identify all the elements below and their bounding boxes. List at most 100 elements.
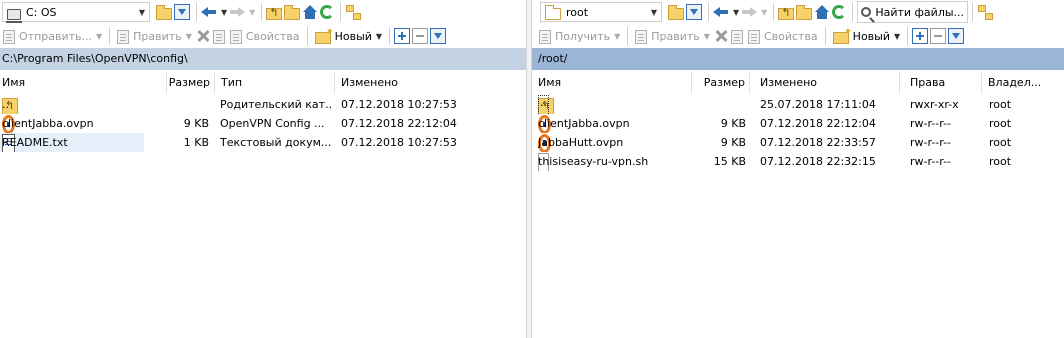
file-row[interactable]: clientJabba.ovpn 9 KB OpenVPN Config ...… bbox=[0, 114, 526, 133]
chevron-down-icon: ▼ bbox=[221, 7, 228, 17]
rename-button[interactable] bbox=[730, 26, 743, 46]
minus-icon bbox=[412, 28, 429, 44]
column-header-size[interactable]: Размер bbox=[692, 72, 750, 94]
toolbar-separator bbox=[627, 27, 629, 45]
select-all-button[interactable] bbox=[394, 26, 411, 46]
properties-button[interactable]: Свойства bbox=[227, 26, 303, 46]
chevron-down-icon[interactable]: ▼ bbox=[651, 8, 657, 17]
local-drive-label: C: OS bbox=[26, 5, 57, 19]
toolbar-separator bbox=[261, 3, 263, 21]
chevron-down-icon: ▼ bbox=[185, 31, 192, 41]
refresh-icon bbox=[320, 5, 335, 19]
file-size: 9 KB bbox=[720, 117, 746, 130]
find-files-button[interactable]: Найти файлы... bbox=[857, 1, 969, 23]
deselect-button[interactable] bbox=[412, 26, 429, 46]
forward-arrow-icon bbox=[229, 5, 246, 19]
send-label: Отправить... bbox=[19, 29, 92, 43]
column-header-modified[interactable]: Изменено bbox=[750, 72, 900, 94]
file-name: JabbaHutt.ovpn bbox=[538, 136, 624, 149]
forward-button[interactable]: ▼ bbox=[741, 2, 767, 22]
plus-icon bbox=[394, 28, 411, 44]
filter-select-button[interactable] bbox=[948, 26, 965, 46]
home-button[interactable] bbox=[302, 2, 318, 22]
open-folder-button[interactable] bbox=[156, 2, 172, 22]
remote-file-list: .. 25.07.2018 17:11:04 rwxr-xr-x root cl… bbox=[532, 95, 1064, 171]
tree-button[interactable] bbox=[977, 2, 994, 22]
toolbar-separator bbox=[340, 3, 342, 21]
download-icon bbox=[539, 29, 551, 44]
minus-icon bbox=[930, 28, 947, 44]
file-type: Текстовый докум... bbox=[220, 136, 332, 149]
forward-button[interactable]: ▼ bbox=[229, 2, 255, 22]
column-header-owner[interactable]: Владел... bbox=[982, 72, 1064, 94]
remote-drive-selector[interactable]: root ▼ bbox=[540, 2, 662, 22]
delete-button[interactable] bbox=[713, 26, 729, 46]
open-folder-button[interactable] bbox=[668, 2, 684, 22]
parent-dir-button[interactable] bbox=[778, 2, 795, 22]
file-size: 9 KB bbox=[183, 117, 209, 130]
file-row[interactable]: .. Родительский кат... 07.12.2018 10:27:… bbox=[0, 95, 526, 114]
toolbar-separator bbox=[773, 3, 775, 21]
remote-path-bar[interactable]: /root/ bbox=[532, 48, 1064, 70]
home-icon bbox=[302, 4, 318, 20]
file-row[interactable]: JabbaHutt.ovpn 9 KB 07.12.2018 22:33:57 … bbox=[532, 133, 1064, 152]
column-header-name[interactable]: Имя bbox=[532, 72, 692, 94]
column-header-rights[interactable]: Права bbox=[900, 72, 982, 94]
root-dir-button[interactable] bbox=[284, 2, 301, 22]
file-owner: root bbox=[989, 136, 1012, 149]
back-button[interactable]: ▼ bbox=[201, 2, 227, 22]
back-button[interactable]: ▼ bbox=[713, 2, 739, 22]
toolbar-separator bbox=[389, 27, 391, 45]
file-owner: root bbox=[989, 98, 1012, 111]
file-name: .. bbox=[2, 98, 9, 111]
column-header-modified[interactable]: Изменено bbox=[335, 72, 526, 94]
local-drive-selector[interactable]: C: OS ▼ bbox=[2, 2, 150, 23]
new-button[interactable]: Новый▼ bbox=[312, 26, 385, 46]
forward-arrow-icon bbox=[741, 5, 758, 19]
edit-button[interactable]: Править ▼ bbox=[114, 26, 195, 46]
file-type: Родительский кат... bbox=[220, 98, 332, 111]
chevron-down-icon: ▼ bbox=[703, 31, 710, 41]
chevron-down-icon: ▼ bbox=[761, 7, 768, 17]
file-row[interactable]: README.txt 1 KB Текстовый докум... 07.12… bbox=[0, 133, 526, 152]
file-rights: rw-r--r-- bbox=[910, 117, 952, 130]
filter-button[interactable] bbox=[174, 2, 190, 22]
chevron-down-icon[interactable]: ▼ bbox=[139, 8, 145, 17]
file-type: OpenVPN Config ... bbox=[220, 117, 325, 130]
filter-select-button[interactable] bbox=[430, 26, 447, 46]
toolbar-separator bbox=[907, 27, 909, 45]
rename-button[interactable] bbox=[212, 26, 225, 46]
refresh-button[interactable] bbox=[832, 2, 847, 22]
root-dir-button[interactable] bbox=[796, 2, 813, 22]
file-rights: rwxr-xr-x bbox=[910, 98, 959, 111]
tree-button[interactable] bbox=[345, 2, 362, 22]
send-button[interactable]: Отправить... ▼ bbox=[0, 26, 105, 46]
column-header-name[interactable]: Имя bbox=[0, 72, 167, 94]
edit-icon bbox=[117, 29, 130, 44]
file-modified: 25.07.2018 17:11:04 bbox=[760, 98, 876, 111]
file-size: 15 KB bbox=[713, 155, 746, 168]
new-folder-icon bbox=[832, 27, 852, 44]
column-header-size[interactable]: Размер bbox=[167, 72, 215, 94]
filter-button[interactable] bbox=[686, 2, 702, 22]
select-all-button[interactable] bbox=[912, 26, 929, 46]
filter-icon bbox=[948, 28, 965, 44]
local-path-bar[interactable]: C:\Program Files\OpenVPN\config\ bbox=[0, 48, 526, 70]
properties-button[interactable]: Свойства bbox=[745, 26, 821, 46]
refresh-button[interactable] bbox=[320, 2, 335, 22]
deselect-button[interactable] bbox=[930, 26, 947, 46]
home-button[interactable] bbox=[814, 2, 830, 22]
file-row[interactable]: thisiseasy-ru-vpn.sh 15 KB 07.12.2018 22… bbox=[532, 152, 1064, 171]
receive-button[interactable]: Получить ▼ bbox=[536, 26, 623, 46]
file-row[interactable]: .. 25.07.2018 17:11:04 rwxr-xr-x root bbox=[532, 95, 1064, 114]
properties-label: Свойства bbox=[763, 29, 818, 43]
delete-icon bbox=[713, 28, 729, 44]
toolbar-separator bbox=[708, 3, 709, 21]
edit-button[interactable]: Править ▼ bbox=[632, 26, 713, 46]
delete-button[interactable] bbox=[195, 26, 211, 46]
new-button[interactable]: Новый▼ bbox=[830, 26, 903, 46]
column-header-type[interactable]: Тип bbox=[215, 72, 335, 94]
file-row[interactable]: clientJabba.ovpn 9 KB 07.12.2018 22:12:0… bbox=[532, 114, 1064, 133]
new-label: Новый bbox=[852, 29, 890, 43]
parent-dir-button[interactable] bbox=[266, 2, 283, 22]
